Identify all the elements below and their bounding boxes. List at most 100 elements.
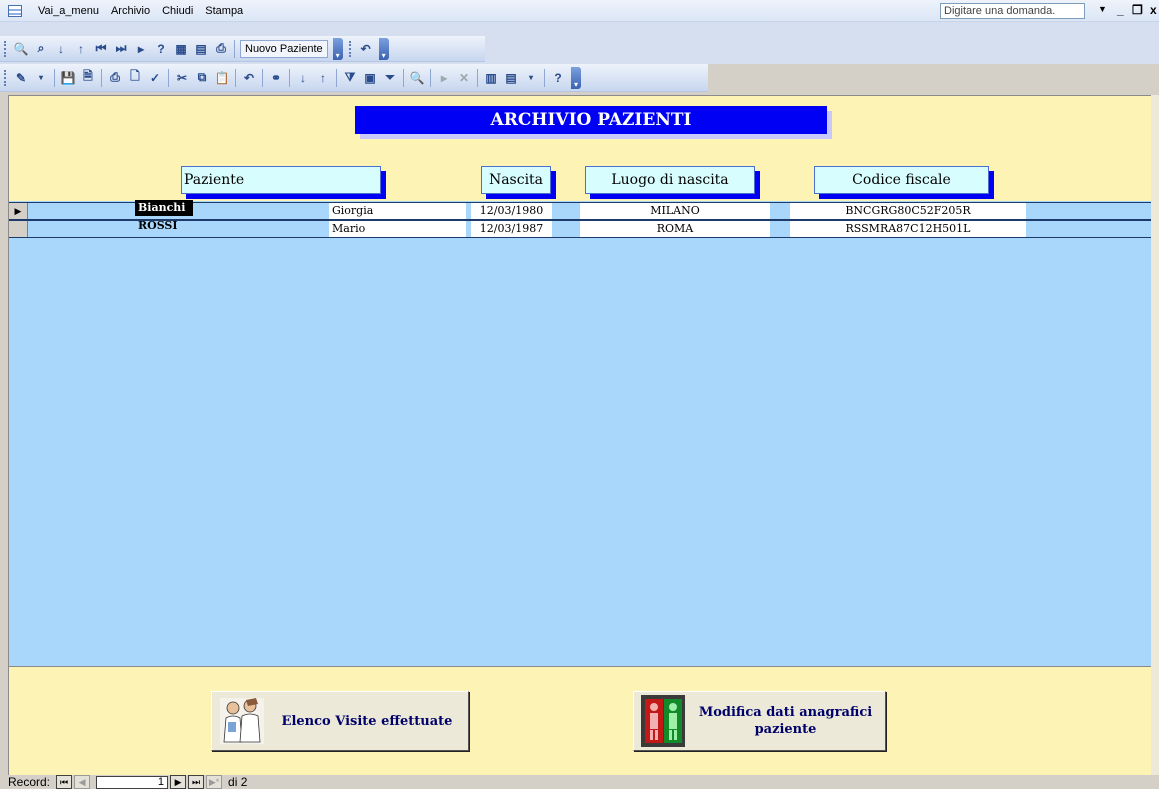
form-title: ARCHIVIO PAZIENTI (355, 106, 827, 134)
menu-bar: Vai_a_menu Archivio Chiudi Stampa Digita… (0, 0, 1159, 22)
apply-filter-icon[interactable]: ⏷ (381, 69, 399, 87)
undo-icon[interactable]: ↶ (357, 40, 375, 58)
elenco-visite-button[interactable]: Elenco Visite effettuate (211, 691, 469, 751)
column-header-paziente: Paziente (181, 166, 381, 194)
last-record-icon[interactable]: ⏭ (188, 775, 205, 789)
database-window-icon[interactable]: ▥ (482, 69, 500, 87)
record-number-input[interactable]: 1 (96, 775, 169, 789)
nascita-field[interactable]: 12/03/1980 (471, 203, 552, 219)
print-icon[interactable]: ⎙ (106, 69, 124, 87)
record-total: di 2 (228, 775, 248, 789)
archivio-pazienti-form: ARCHIVIO PAZIENTI Paziente Nascita Luogo… (8, 95, 1151, 779)
ask-dropdown-icon[interactable]: ▼ (1098, 4, 1107, 14)
modifica-dati-label-line1: Modifica dati anagrafici (698, 705, 873, 720)
vertical-scrollbar[interactable] (1151, 95, 1159, 775)
modifica-dati-anagrafici-button[interactable]: Modifica dati anagrafici paziente (633, 691, 886, 751)
first-record-icon[interactable]: ⏮ (92, 40, 110, 58)
ask-question-input[interactable]: Digitare una domanda. (940, 3, 1085, 19)
modifica-dati-label-line2: paziente (754, 722, 817, 737)
luogo-field[interactable]: MILANO (580, 203, 770, 219)
file-search-icon[interactable]: 🗎 (79, 69, 97, 87)
toolbar-grip[interactable] (4, 40, 7, 57)
print-preview-icon[interactable]: 🗋 (126, 69, 144, 87)
column-header-codice-fiscale: Codice fiscale (814, 166, 989, 194)
toolbar-separator (336, 68, 337, 87)
new-record-icon[interactable]: ▸ (132, 40, 150, 58)
undo-icon[interactable]: ↶ (240, 69, 258, 87)
formatting-toolbar: ✎ ▾ 💾 🗎 ⎙ 🗋 ✓ ✂ ⧉ 📋 ↶ ⚭ ↓ ↑ ⧩ ▣ ⏷ 🔍 ▸ ✕ … (0, 64, 708, 92)
toolbar-separator (403, 68, 404, 87)
toolbar-separator (544, 68, 545, 87)
previous-record-icon[interactable]: ◀ (74, 775, 91, 789)
filter-by-form-icon[interactable]: ▣ (361, 69, 379, 87)
export-excel-icon[interactable]: ▦ (172, 40, 190, 58)
toolbar-separator (168, 68, 169, 87)
toolbar-grip[interactable] (4, 69, 7, 86)
save-icon[interactable]: 💾 (59, 69, 77, 87)
toolbar-options-icon[interactable]: ▾ (571, 66, 581, 89)
toolbar-options-icon[interactable]: ▾ (378, 37, 389, 60)
sort-ascending-icon[interactable]: ↓ (294, 69, 312, 87)
filter-by-selection-icon[interactable]: ⧩ (341, 69, 359, 87)
table-row[interactable]: ROSSI Mario 12/03/1987 ROMA RSSMRA87C12H… (9, 218, 1151, 238)
next-record-icon[interactable]: ▶ (170, 775, 187, 789)
menu-stampa[interactable]: Stampa (199, 5, 249, 17)
nome-field[interactable]: Giorgia (329, 203, 466, 219)
menu-chiudi[interactable]: Chiudi (156, 5, 199, 17)
sort-descending-icon[interactable]: ↑ (314, 69, 332, 87)
first-record-icon[interactable]: ⏮ (56, 775, 73, 789)
current-record-indicator-icon[interactable]: ▶ (9, 203, 28, 219)
form-window-icon[interactable] (8, 4, 22, 17)
view-icon[interactable]: ✎ (12, 69, 30, 87)
new-record-icon[interactable]: ▸ (435, 69, 453, 87)
find-icon[interactable]: 🔍 (408, 69, 426, 87)
menu-vai-a-menu[interactable]: Vai_a_menu (32, 5, 105, 17)
sort-descending-icon[interactable]: ↑ (72, 40, 90, 58)
new-object-icon[interactable]: ▤ (502, 69, 520, 87)
luogo-field[interactable]: ROMA (580, 221, 770, 237)
codice-fiscale-field[interactable]: RSSMRA87C12H501L (790, 221, 1026, 237)
sort-ascending-icon[interactable]: ↓ (52, 40, 70, 58)
doctors-icon (220, 698, 264, 744)
paste-icon[interactable]: 📋 (213, 69, 231, 87)
toolbar-separator (54, 68, 55, 87)
restore-icon[interactable]: ❐ (1132, 3, 1143, 17)
cut-icon[interactable]: ✂ (173, 69, 191, 87)
record-label: Record: (8, 775, 51, 789)
elenco-visite-label: Elenco Visite effettuate (281, 713, 453, 729)
toolbar-options-icon[interactable]: ▾ (332, 37, 343, 60)
spelling-icon[interactable]: ✓ (146, 69, 164, 87)
delete-record-icon[interactable]: ✕ (455, 69, 473, 87)
menu-archivio[interactable]: Archivio (105, 5, 156, 17)
form-toolbar: 🔍 ⌕ ↓ ↑ ⏮ ⏭ ▸ ? ▦ ▤ ⎙ Nuovo Paziente ▾ ↶… (0, 36, 485, 62)
toolbar-grip[interactable] (348, 40, 352, 57)
records-list: ▶ Bianchi Giorgia 12/03/1980 MILANO BNCG… (9, 200, 1151, 666)
toolbar-separator (235, 68, 236, 87)
find-record-icon[interactable]: ⌕ (32, 40, 50, 58)
nascita-field[interactable]: 12/03/1987 (471, 221, 552, 237)
codice-fiscale-field[interactable]: BNCGRG80C52F205R (790, 203, 1026, 219)
minimize-icon[interactable]: _ (1117, 3, 1124, 17)
toolbar-separator (262, 68, 263, 87)
last-record-icon[interactable]: ⏭ (112, 40, 130, 58)
toolbar-separator (234, 39, 235, 58)
cognome-field[interactable]: ROSSI (135, 218, 193, 234)
view-dropdown-icon[interactable]: ▾ (32, 69, 50, 87)
print-icon[interactable]: ⎙ (212, 40, 230, 58)
copy-icon[interactable]: ⧉ (193, 69, 211, 87)
new-record-icon[interactable]: ▶* (206, 775, 223, 789)
modifica-dati-label: Modifica dati anagrafici paziente (686, 704, 885, 738)
close-icon[interactable]: x (1150, 3, 1157, 17)
new-object-dropdown-icon[interactable]: ▾ (522, 69, 540, 87)
toolbar-separator (430, 68, 431, 87)
help-icon[interactable]: ? (549, 69, 567, 87)
export-word-icon[interactable]: ▤ (192, 40, 210, 58)
record-selector[interactable] (9, 221, 28, 237)
cognome-field[interactable]: Bianchi (135, 200, 193, 216)
hyperlink-icon[interactable]: ⚭ (267, 69, 285, 87)
nuovo-paziente-button[interactable]: Nuovo Paziente (240, 39, 328, 58)
find-icon[interactable]: 🔍 (12, 40, 30, 58)
toolbar-separator (101, 68, 102, 87)
help-icon[interactable]: ? (152, 40, 170, 58)
nome-field[interactable]: Mario (329, 221, 466, 237)
